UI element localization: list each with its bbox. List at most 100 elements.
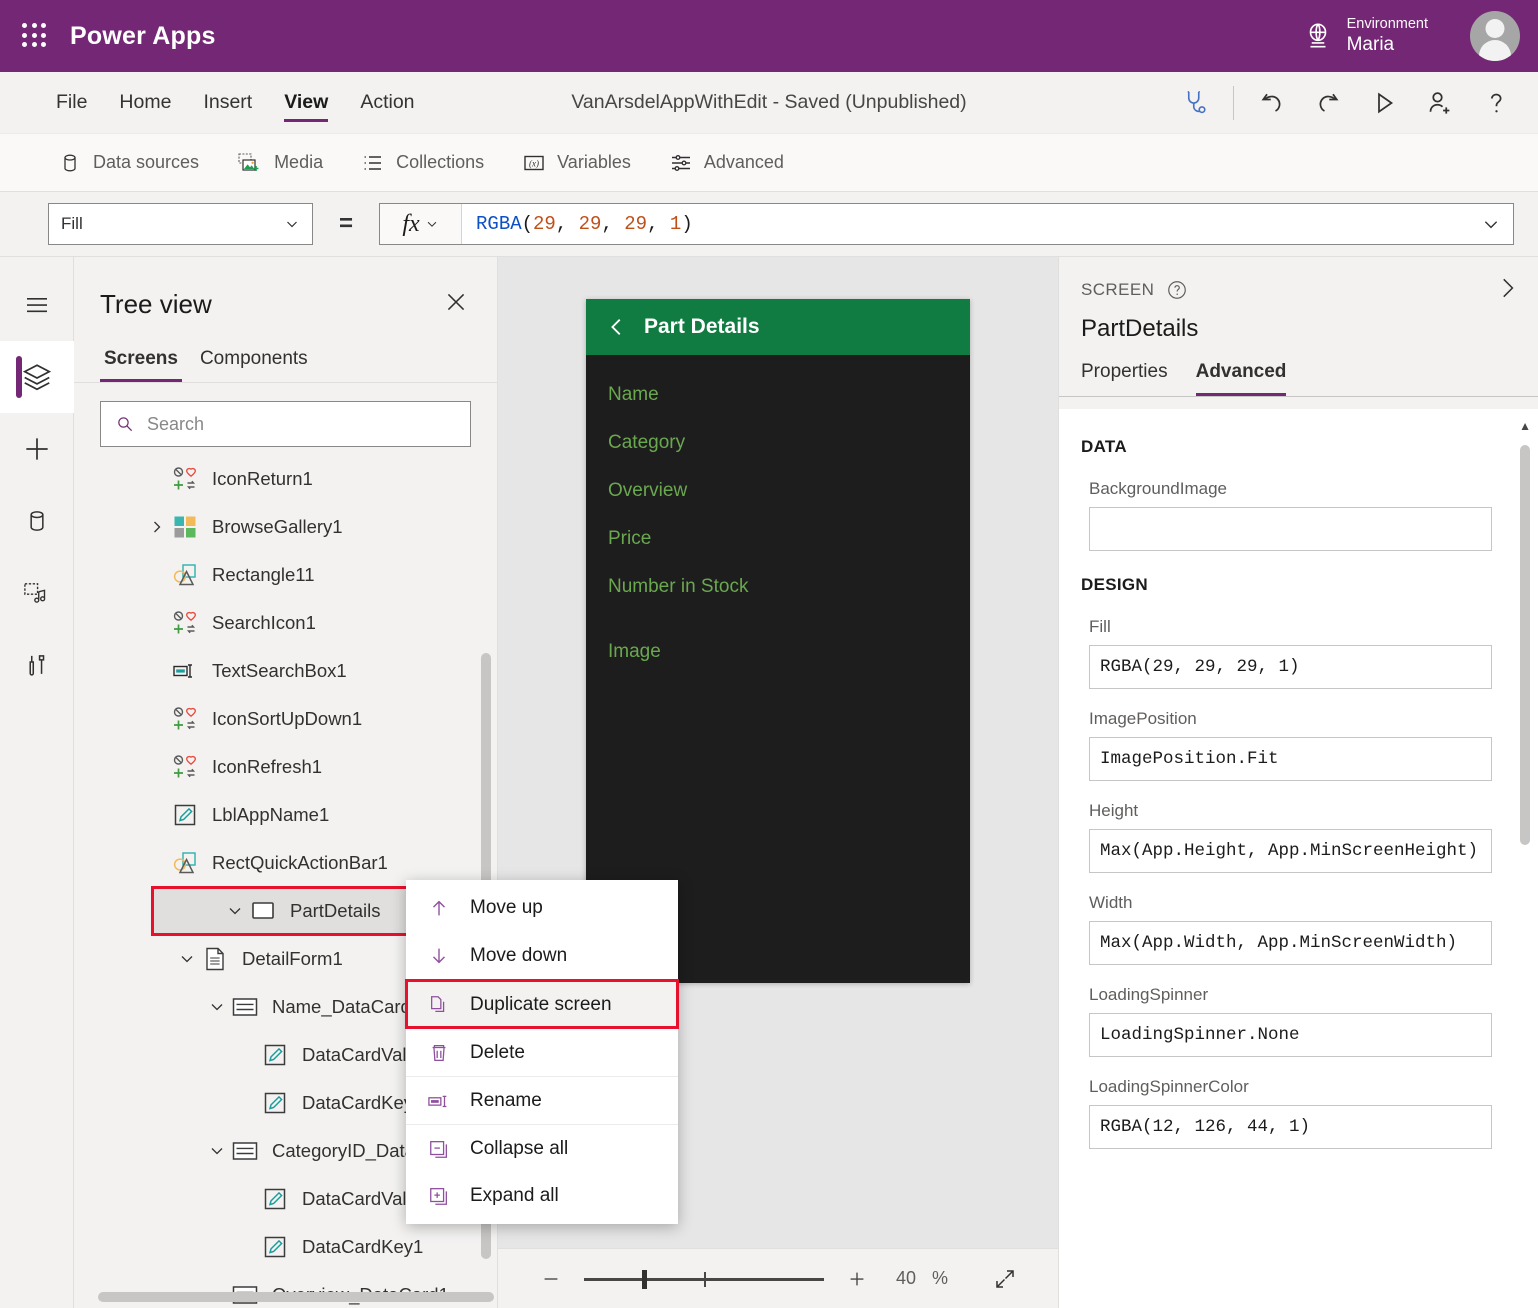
- menu-item-insert[interactable]: Insert: [187, 72, 268, 133]
- context-menu-collapse-all[interactable]: Collapse all: [406, 1124, 678, 1172]
- tree-view-layers-icon[interactable]: [0, 341, 74, 413]
- media-icon[interactable]: [0, 557, 74, 629]
- tree-item-iconrefresh1[interactable]: IconRefresh1: [74, 743, 497, 791]
- field-label-overview[interactable]: Overview: [608, 481, 948, 500]
- ribbon-media[interactable]: Media: [223, 145, 337, 181]
- tab-screens[interactable]: Screens: [100, 340, 182, 382]
- avatar[interactable]: [1470, 11, 1520, 61]
- property-selector[interactable]: Fill: [48, 203, 313, 245]
- tree-item-lblappname1[interactable]: LblAppName1: [74, 791, 497, 839]
- tab-components[interactable]: Components: [196, 340, 312, 382]
- context-menu-move-up[interactable]: Move up: [406, 884, 678, 932]
- environment-selector[interactable]: Environment Maria: [1303, 0, 1428, 72]
- properties-vertical-scrollbar[interactable]: [1520, 445, 1530, 845]
- chevron-right-icon[interactable]: [144, 519, 170, 535]
- context-menu-rename[interactable]: Rename: [406, 1076, 678, 1124]
- tab-properties[interactable]: Properties: [1081, 361, 1168, 396]
- zoom-out-icon[interactable]: [534, 1262, 568, 1296]
- search-input[interactable]: [146, 413, 456, 435]
- chevron-down-icon[interactable]: [204, 1143, 230, 1159]
- tree-item-iconreturn1[interactable]: IconReturn1: [74, 455, 497, 503]
- zoom-in-icon[interactable]: [840, 1262, 874, 1296]
- zoom-slider[interactable]: [583, 1267, 824, 1291]
- formula-text[interactable]: RGBA(29, 29, 29, 1): [462, 204, 1469, 244]
- ribbon-collections-label: Collections: [396, 152, 485, 172]
- menu-item-view[interactable]: View: [268, 72, 344, 133]
- field-value-input[interactable]: [1089, 507, 1492, 551]
- tree-item-textsearchbox1[interactable]: TextSearchBox1: [74, 647, 497, 695]
- fx-button[interactable]: fx: [380, 204, 463, 244]
- hamburger-menu-icon[interactable]: [0, 269, 74, 341]
- data-database-icon[interactable]: [0, 485, 74, 557]
- field-value-input[interactable]: RGBA(12, 126, 44, 1): [1089, 1105, 1492, 1149]
- chevron-down-icon[interactable]: [174, 951, 200, 967]
- tree-item-overview-datacard1[interactable]: Overview_DataCard1: [74, 1271, 497, 1308]
- chevron-down-icon[interactable]: [222, 903, 248, 919]
- screen-icon: [248, 900, 278, 922]
- advanced-tools-icon[interactable]: [0, 629, 74, 701]
- help-icon[interactable]: [1470, 79, 1522, 127]
- context-menu-delete[interactable]: Delete: [406, 1028, 678, 1076]
- field-label-category[interactable]: Category: [608, 433, 948, 452]
- field-label-image[interactable]: Image: [608, 642, 948, 661]
- svg-text:(x): (x): [529, 158, 539, 168]
- context-menu-move-down[interactable]: Move down: [406, 932, 678, 980]
- tree-horizontal-scrollbar[interactable]: [98, 1292, 494, 1302]
- tree-item-searchicon1[interactable]: SearchIcon1: [74, 599, 497, 647]
- insert-plus-icon[interactable]: [0, 413, 74, 485]
- tree-item-datacardkey1[interactable]: DataCardKey1: [74, 1223, 497, 1271]
- tree-search-box[interactable]: [100, 401, 471, 447]
- formula-input-box[interactable]: fx RGBA(29, 29, 29, 1): [379, 203, 1514, 245]
- preview-play-icon[interactable]: [1358, 79, 1410, 127]
- tree-item-iconsortupdown1[interactable]: IconSortUpDown1: [74, 695, 497, 743]
- formula-token: 29: [624, 213, 648, 235]
- control-icon: [170, 610, 200, 636]
- tree-item-rectangle11[interactable]: Rectangle11: [74, 551, 497, 599]
- brand-title: Power Apps: [70, 21, 216, 50]
- formula-token: (: [521, 213, 534, 235]
- chevron-down-icon[interactable]: [204, 999, 230, 1015]
- back-chevron-icon[interactable]: [606, 316, 628, 338]
- formula-token: 1: [669, 213, 682, 235]
- waffle-icon[interactable]: [22, 23, 48, 49]
- field-height: Height Max(App.Height, App.MinScreenHeig…: [1081, 801, 1492, 873]
- close-icon[interactable]: [437, 283, 475, 326]
- field-value-input[interactable]: Max(App.Width, App.MinScreenWidth): [1089, 921, 1492, 965]
- ribbon-variables[interactable]: (x) Variables: [508, 145, 645, 181]
- undo-icon[interactable]: [1246, 79, 1298, 127]
- label-icon: [260, 1187, 290, 1211]
- help-circle-icon[interactable]: [1166, 279, 1188, 301]
- screen-context-menu: Move up Move down Duplicate screen Delet…: [405, 880, 679, 1224]
- zoom-slider-thumb[interactable]: [641, 1269, 647, 1289]
- context-menu-expand-all[interactable]: Expand all: [406, 1172, 678, 1220]
- chevron-down-icon: [287, 221, 297, 228]
- menu-item-action[interactable]: Action: [344, 72, 430, 133]
- fit-to-screen-icon[interactable]: [988, 1262, 1022, 1296]
- field-value-input[interactable]: Max(App.Height, App.MinScreenHeight): [1089, 829, 1492, 873]
- field-label-price[interactable]: Price: [608, 529, 948, 548]
- field-value-input[interactable]: LoadingSpinner.None: [1089, 1013, 1492, 1057]
- redo-icon[interactable]: [1302, 79, 1354, 127]
- properties-kind-row: SCREEN: [1081, 279, 1516, 301]
- tree-item-browsegallery1[interactable]: BrowseGallery1: [74, 503, 497, 551]
- properties-panel-header: SCREEN PartDetails: [1059, 257, 1538, 343]
- share-user-icon[interactable]: [1414, 79, 1466, 127]
- app-checker-icon[interactable]: [1169, 79, 1221, 127]
- context-menu-duplicate-screen[interactable]: Duplicate screen: [405, 979, 679, 1029]
- ribbon-advanced[interactable]: Advanced: [655, 145, 798, 181]
- collapse-panel-chevron-icon[interactable]: [1494, 275, 1520, 306]
- properties-scroll-region[interactable]: ▲ DATA BackgroundImage DESIGN Fill RGBA(…: [1059, 409, 1538, 1308]
- formula-expand-chevron-icon[interactable]: [1469, 215, 1513, 233]
- ribbon-data-sources[interactable]: Data sources: [44, 145, 213, 181]
- menu-item-home[interactable]: Home: [103, 72, 187, 133]
- field-label-name[interactable]: Name: [608, 385, 948, 404]
- tab-advanced[interactable]: Advanced: [1195, 361, 1286, 396]
- ribbon-collections[interactable]: Collections: [347, 145, 498, 181]
- tree-item-label: IconSortUpDown1: [212, 708, 363, 729]
- menu-item-file[interactable]: File: [40, 72, 103, 133]
- environment-name: Maria: [1346, 34, 1395, 56]
- field-value-input[interactable]: RGBA(29, 29, 29, 1): [1089, 645, 1492, 689]
- field-label-stock[interactable]: Number in Stock: [608, 577, 948, 596]
- field-value-input[interactable]: ImagePosition.Fit: [1089, 737, 1492, 781]
- scroll-up-arrow-icon[interactable]: ▲: [1519, 419, 1531, 433]
